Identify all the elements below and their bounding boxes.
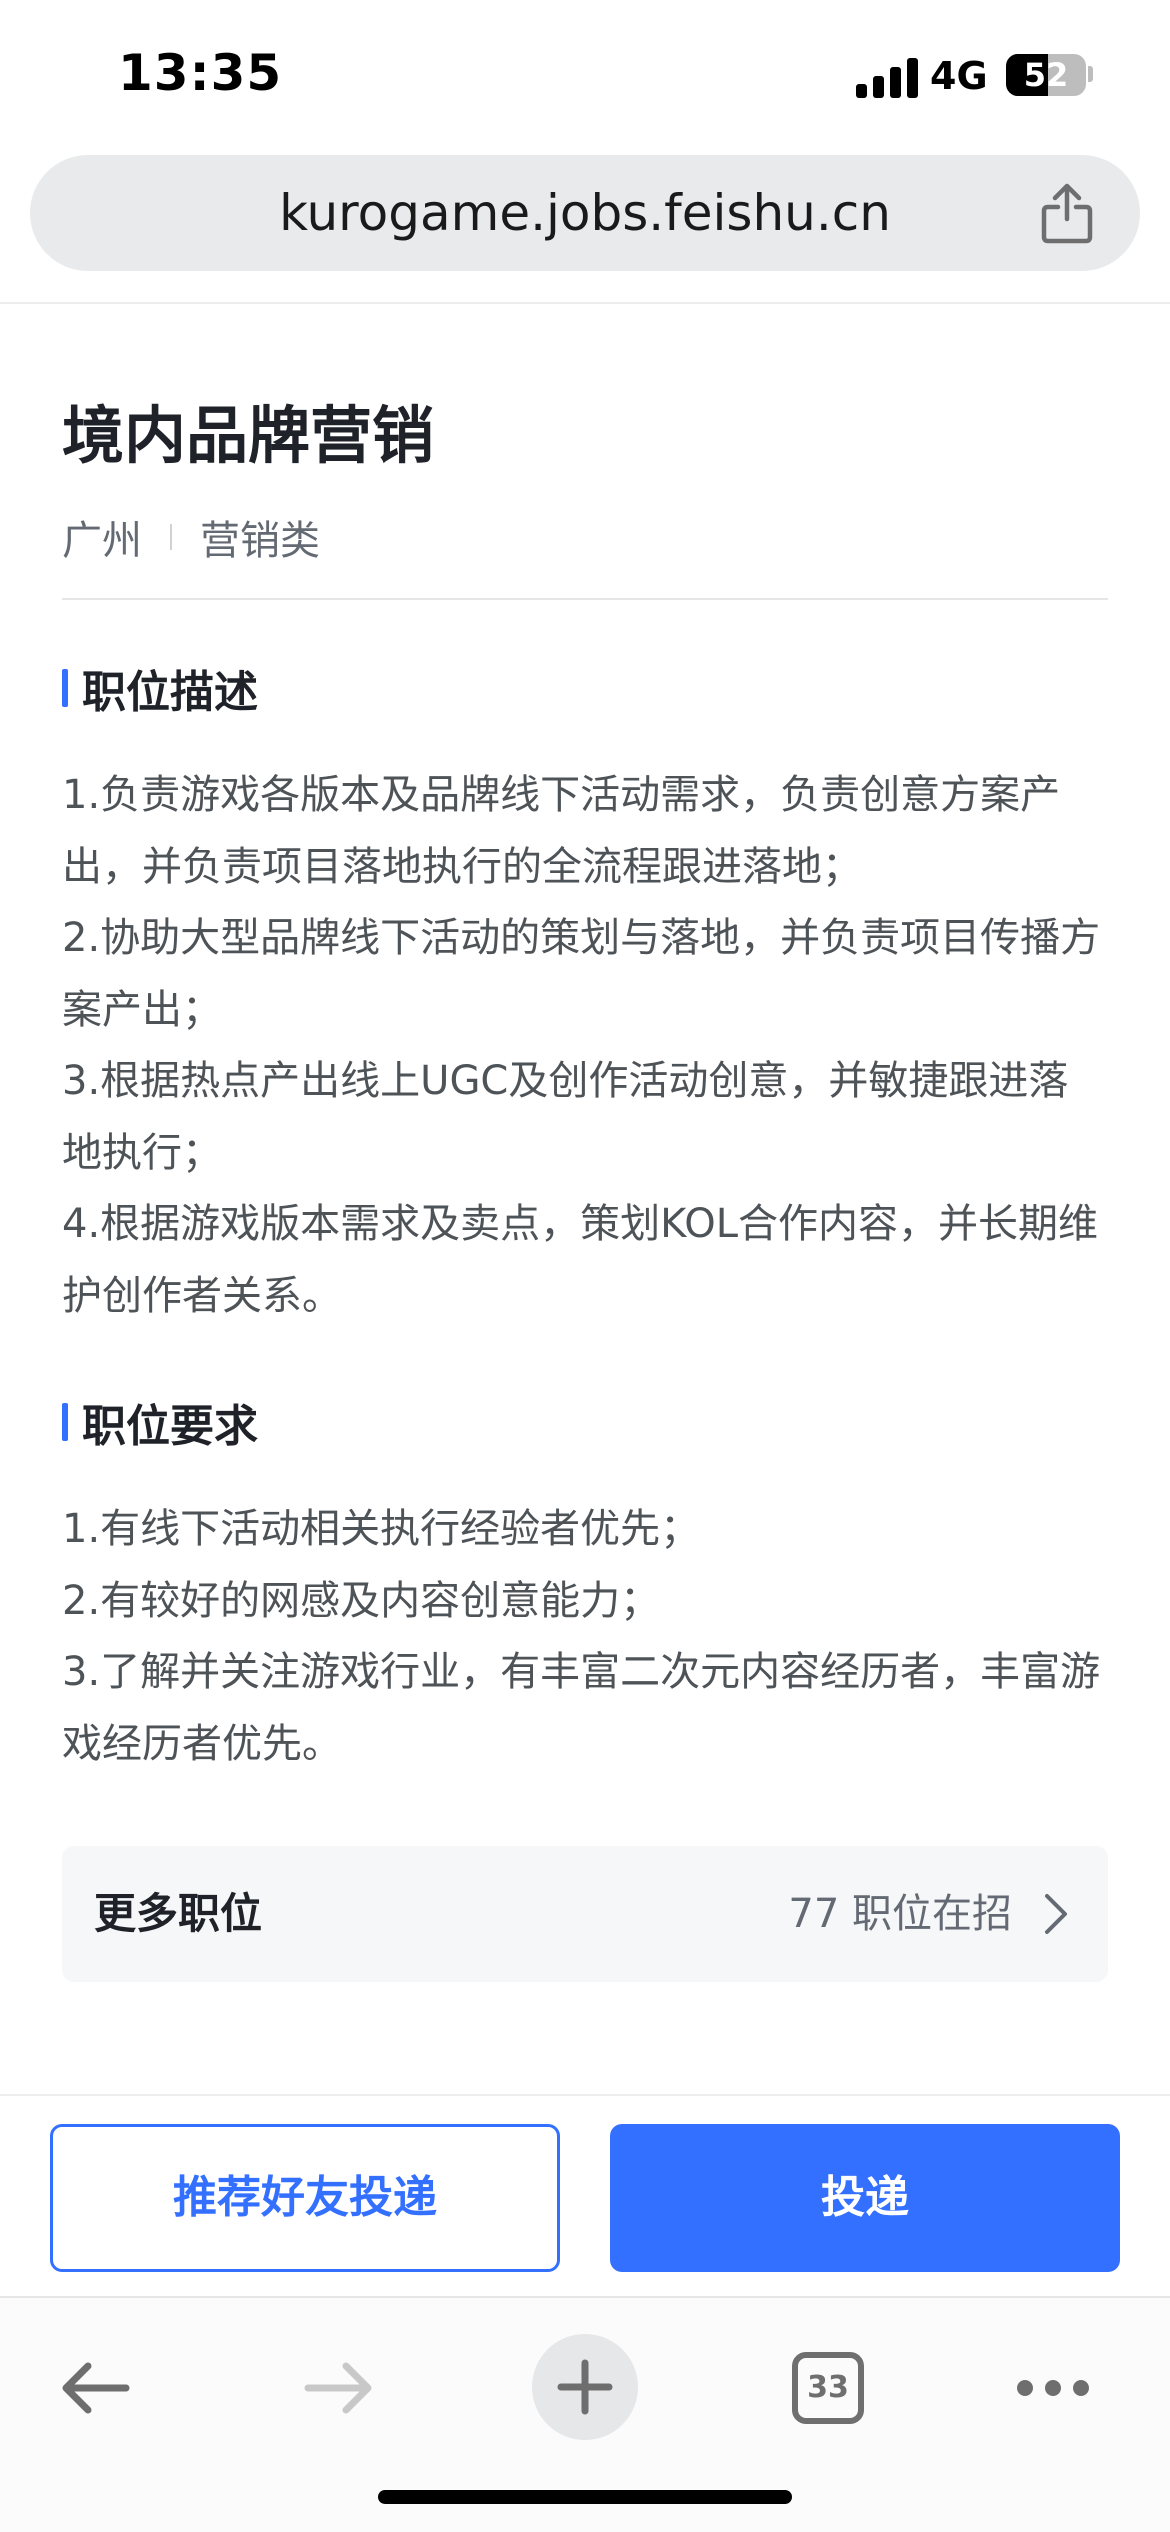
back-arrow-icon[interactable] bbox=[58, 2358, 132, 2418]
battery-tip bbox=[1088, 66, 1093, 82]
description-heading-text: 职位描述 bbox=[82, 667, 258, 718]
battery-level: 52 bbox=[1023, 56, 1069, 94]
requirements-body: 1.有线下活动相关执行经验者优先； 2.有较好的网感及内容创意能力； 3.了解并… bbox=[62, 1494, 1108, 1780]
description-line: 2.协助大型品牌线下活动的策划与落地，并负责项目传播方案产出； bbox=[62, 915, 1101, 1033]
requirement-line: 1.有线下活动相关执行经验者优先； bbox=[62, 1506, 701, 1552]
requirement-line: 2.有较好的网感及内容创意能力； bbox=[62, 1577, 661, 1624]
more-dots-icon[interactable] bbox=[1016, 2378, 1090, 2398]
new-tab-button[interactable] bbox=[532, 2334, 638, 2440]
home-indicator bbox=[378, 2490, 792, 2504]
battery-icon: 52 bbox=[1006, 54, 1086, 96]
meta-divider bbox=[62, 598, 1108, 600]
description-heading: 职位描述 bbox=[62, 656, 258, 720]
more-positions-label: 更多职位 bbox=[94, 1889, 263, 1938]
tab-count-button[interactable]: 33 bbox=[792, 2352, 864, 2424]
requirement-line: 3.了解并关注游戏行业，有丰富二次元内容经历者，丰富游戏经历者优先。 bbox=[62, 1649, 1101, 1767]
network-type: 4G bbox=[930, 54, 988, 98]
meta-separator bbox=[170, 524, 172, 550]
description-body: 1.负责游戏各版本及品牌线下活动需求，负责创意方案产出，并负责项目落地执行的全流… bbox=[62, 760, 1108, 1332]
job-title: 境内品牌营销 bbox=[62, 399, 435, 472]
more-positions-card[interactable]: 更多职位 77 职位在招 bbox=[62, 1846, 1108, 1982]
share-icon[interactable] bbox=[1036, 181, 1098, 245]
header-divider bbox=[0, 302, 1170, 304]
requirements-heading-text: 职位要求 bbox=[82, 1401, 258, 1452]
description-line: 4.根据游戏版本需求及卖点，策划KOL合作内容，并长期维护创作者关系。 bbox=[62, 1201, 1098, 1319]
address-bar[interactable]: kurogame.jobs.feishu.cn bbox=[30, 155, 1140, 271]
apply-button[interactable]: 投递 bbox=[610, 2124, 1120, 2272]
refer-friend-button[interactable]: 推荐好友投递 bbox=[50, 2124, 560, 2272]
chevron-right-icon bbox=[1045, 1894, 1067, 1934]
forward-arrow-icon[interactable] bbox=[302, 2358, 376, 2418]
job-meta: 广州 营销类 bbox=[62, 508, 320, 566]
description-line: 1.负责游戏各版本及品牌线下活动需求，负责创意方案产出，并负责项目落地执行的全流… bbox=[62, 772, 1061, 890]
status-bar: 13:35 4G 52 bbox=[0, 0, 1170, 150]
action-bar: 推荐好友投递 投递 bbox=[0, 2094, 1170, 2294]
open-positions-count: 77 职位在招 bbox=[788, 1891, 1012, 1937]
address-url[interactable]: kurogame.jobs.feishu.cn bbox=[30, 155, 1140, 271]
section-accent-bar bbox=[62, 669, 68, 707]
plus-icon bbox=[557, 2359, 613, 2415]
job-category: 营销类 bbox=[200, 518, 320, 564]
signal-icon bbox=[856, 58, 918, 98]
status-time: 13:35 bbox=[118, 44, 283, 102]
section-accent-bar bbox=[62, 1403, 68, 1441]
description-line: 3.根据热点产出线上UGC及创作活动创意，并敏捷跟进落地执行； bbox=[62, 1058, 1069, 1176]
job-location: 广州 bbox=[62, 518, 142, 564]
requirements-heading: 职位要求 bbox=[62, 1390, 258, 1454]
